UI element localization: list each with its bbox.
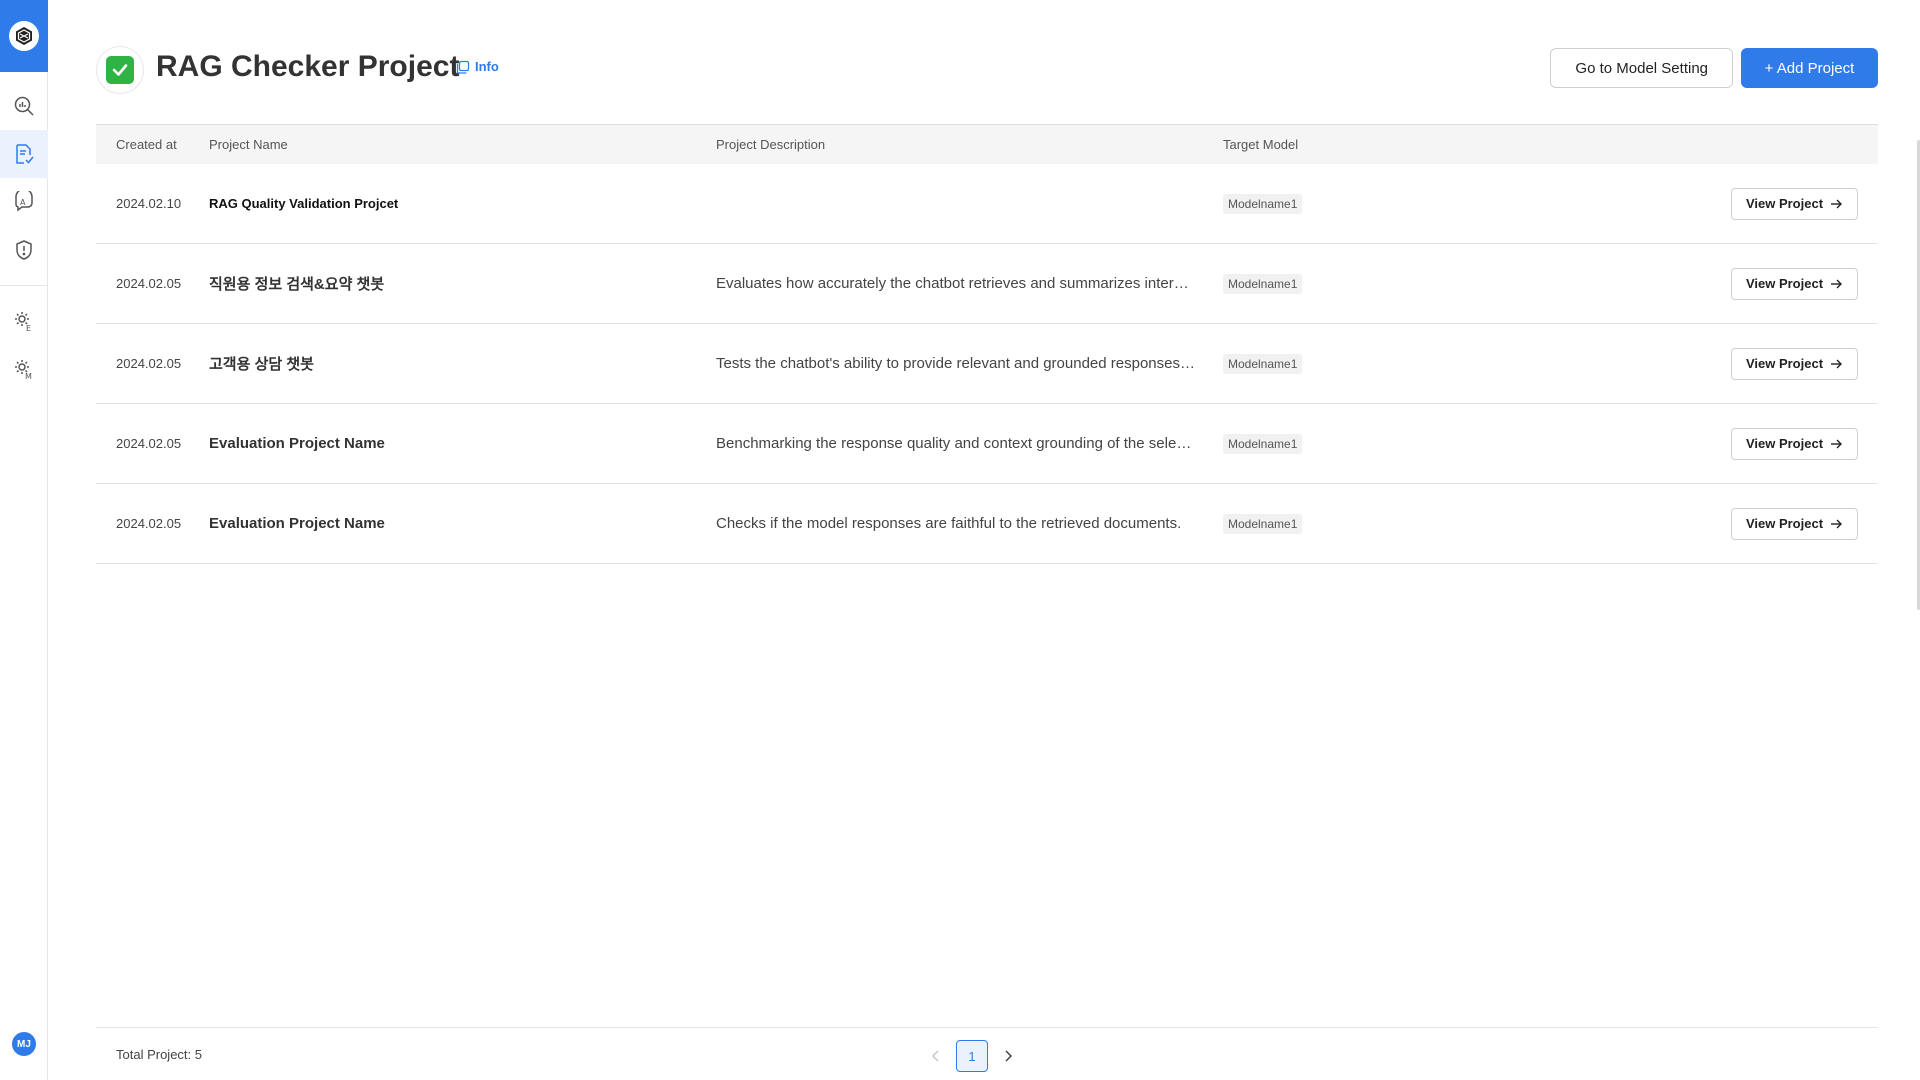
arrow-right-icon — [1831, 359, 1843, 368]
table-row[interactable]: 2024.02.10 RAG Quality Validation Projce… — [96, 164, 1878, 244]
row-project-description: Checks if the model responses are faithf… — [716, 515, 1182, 532]
info-link[interactable]: Info — [456, 59, 499, 74]
sidebar-item-settings-m[interactable]: M — [0, 345, 48, 393]
column-header-project-name[interactable]: Project Name — [209, 137, 288, 152]
table-header: Created at Project Name Project Descript… — [96, 124, 1878, 164]
arrow-right-icon — [1831, 199, 1843, 208]
row-created-at: 2024.02.05 — [116, 276, 182, 291]
pagination: 1 — [926, 1040, 1018, 1072]
avatar[interactable]: MJ — [12, 1032, 36, 1056]
sidebar-item-security[interactable] — [0, 226, 48, 274]
svg-text:A: A — [20, 198, 26, 207]
table-row[interactable]: 2024.02.05 Evaluation Project Name Bench… — [96, 404, 1878, 484]
go-to-model-setting-button[interactable]: Go to Model Setting — [1550, 48, 1733, 88]
column-header-created-at[interactable]: Created at — [116, 137, 177, 152]
view-project-button[interactable]: View Project — [1731, 267, 1858, 300]
row-target-model: Modelname1 — [1223, 353, 1303, 374]
arrow-right-icon — [1831, 439, 1843, 448]
logo[interactable] — [0, 0, 48, 72]
settings-m-icon: M — [15, 360, 32, 380]
row-created-at: 2024.02.10 — [116, 196, 182, 211]
view-project-button[interactable]: View Project — [1731, 187, 1858, 220]
prev-page-button[interactable] — [926, 1040, 946, 1072]
column-header-project-description[interactable]: Project Description — [716, 137, 825, 152]
project-icon — [96, 46, 144, 94]
chevron-left-icon — [931, 1050, 939, 1062]
settings-e-icon: E — [15, 312, 31, 332]
svg-text:M: M — [25, 372, 32, 380]
row-target-model: Modelname1 — [1223, 513, 1303, 534]
sidebar: A E M MJ — [0, 0, 48, 1080]
row-created-at: 2024.02.05 — [116, 356, 182, 371]
row-project-description: Benchmarking the response quality and co… — [716, 435, 1196, 452]
table-row[interactable]: 2024.02.05 직원용 정보 검색&요약 챗봇 Evaluates how… — [96, 244, 1878, 324]
row-target-model: Modelname1 — [1223, 273, 1303, 294]
row-project-name[interactable]: 직원용 정보 검색&요약 챗봇 — [209, 273, 384, 294]
analytics-search-icon — [14, 96, 34, 116]
sidebar-item-rag-checker[interactable] — [0, 130, 48, 178]
row-project-name[interactable]: 고객용 상담 챗봇 — [209, 353, 314, 374]
sidebar-item-analytics[interactable] — [0, 82, 48, 130]
view-project-label: View Project — [1745, 356, 1824, 371]
shield-alert-icon — [16, 240, 32, 260]
translate-icon: A — [15, 191, 33, 212]
sidebar-item-translate[interactable]: A — [0, 178, 48, 226]
table-footer: Total Project: 5 1 — [96, 1027, 1878, 1080]
row-created-at: 2024.02.05 — [116, 436, 182, 451]
total-project-count: Total Project: 5 — [116, 1047, 202, 1062]
table-row[interactable]: 2024.02.05 Evaluation Project Name Check… — [96, 484, 1878, 564]
info-label: Info — [475, 59, 499, 74]
view-project-button[interactable]: View Project — [1731, 507, 1858, 540]
view-project-label: View Project — [1745, 276, 1824, 291]
view-project-label: View Project — [1745, 516, 1824, 531]
sidebar-divider — [0, 285, 48, 286]
check-mark-icon — [106, 56, 134, 84]
page-header: RAG Checker Project Info Go to Model Set… — [96, 46, 1878, 94]
svg-text:E: E — [26, 324, 31, 332]
document-check-icon — [16, 144, 34, 164]
next-page-button[interactable] — [998, 1040, 1018, 1072]
view-project-button[interactable]: View Project — [1731, 427, 1858, 460]
row-project-description: Evaluates how accurately the chatbot ret… — [716, 275, 1196, 292]
chevron-right-icon — [1005, 1050, 1013, 1062]
app-root: A E M MJ RAG Checker Project Info Go to … — [0, 0, 1920, 1080]
row-project-name[interactable]: Evaluation Project Name — [209, 515, 385, 532]
column-header-target-model[interactable]: Target Model — [1223, 137, 1298, 152]
page-title: RAG Checker Project — [156, 50, 460, 83]
sidebar-item-settings-e[interactable]: E — [0, 297, 48, 345]
add-project-button[interactable]: + Add Project — [1741, 48, 1878, 88]
arrow-right-icon — [1831, 279, 1843, 288]
row-target-model: Modelname1 — [1223, 433, 1303, 454]
row-project-name[interactable]: Evaluation Project Name — [209, 435, 385, 452]
table-row[interactable]: 2024.02.05 고객용 상담 챗봇 Tests the chatbot's… — [96, 324, 1878, 404]
main-content: RAG Checker Project Info Go to Model Set… — [96, 0, 1878, 1080]
view-project-button[interactable]: View Project — [1731, 347, 1858, 380]
hex-logo-icon — [9, 21, 39, 51]
row-target-model: Modelname1 — [1223, 193, 1303, 214]
view-project-label: View Project — [1745, 436, 1824, 451]
row-project-description: Tests the chatbot's ability to provide r… — [716, 355, 1196, 372]
page-number-button[interactable]: 1 — [956, 1040, 988, 1072]
project-table: Created at Project Name Project Descript… — [96, 124, 1878, 564]
arrow-right-icon — [1831, 519, 1843, 528]
row-created-at: 2024.02.05 — [116, 516, 182, 531]
view-project-label: View Project — [1745, 196, 1824, 211]
info-copy-icon — [456, 60, 470, 74]
row-project-name[interactable]: RAG Quality Validation Projcet — [209, 196, 398, 211]
